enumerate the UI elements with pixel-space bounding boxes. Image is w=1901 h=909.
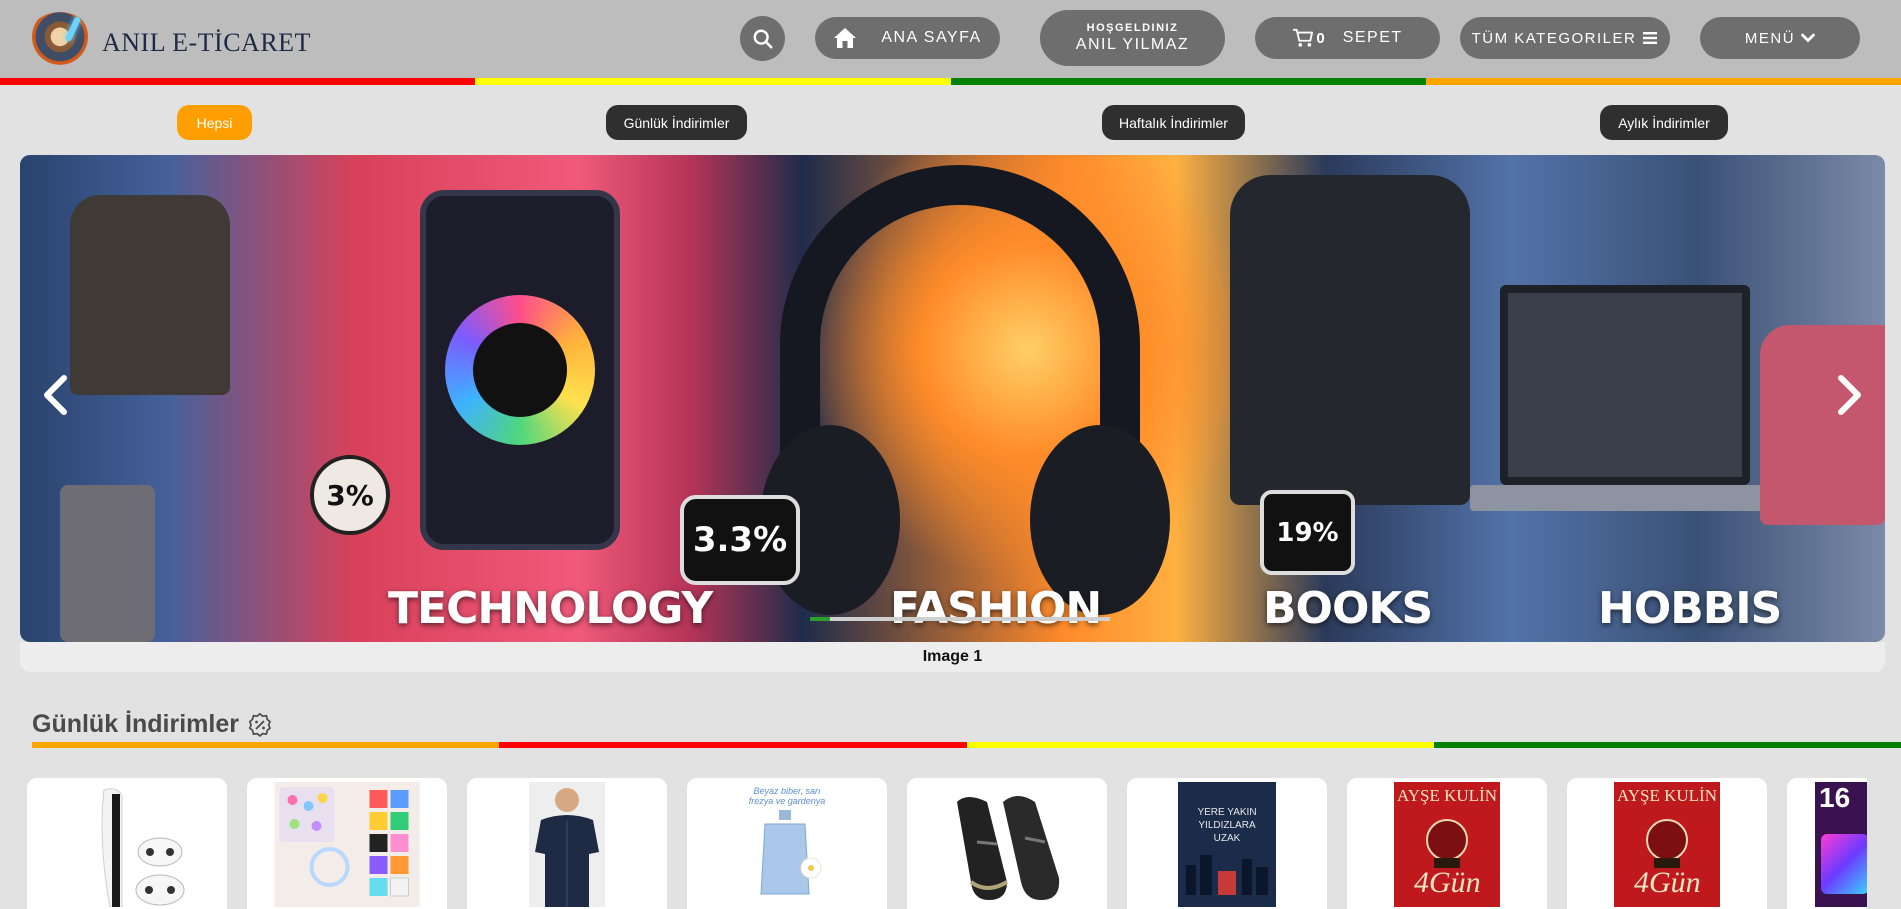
header-color-stripe: [0, 78, 1901, 85]
menu-label: MENÜ: [1744, 29, 1796, 47]
banner-discount-badge: 3.3%: [680, 495, 800, 585]
tab-daily-deals[interactable]: Günlük İndirimler: [606, 105, 747, 140]
product-image-bead-kit: [274, 782, 420, 907]
stripe-orange: [1425, 78, 1901, 85]
book-author: AYŞE KULİN: [1397, 786, 1497, 805]
slider-caption: Image 1: [20, 642, 1885, 672]
banner-label-technology: TECHNOLOGY: [388, 583, 713, 634]
led-remote-image: [1821, 834, 1867, 894]
product-image-book: AYŞE KULİN 4Gün: [1394, 782, 1500, 907]
product-card[interactable]: AYŞE KULİN 4Gün: [1347, 778, 1547, 909]
stripe-orange: [32, 742, 500, 748]
tab-all[interactable]: Hepsi: [177, 105, 252, 140]
snowglobe-icon: 4Gün: [1414, 819, 1481, 899]
user-name: ANIL YILMAZ: [1075, 36, 1190, 53]
product-image-book: YERE YAKIN YILDIZLARA UZAK: [1178, 782, 1276, 907]
product-card[interactable]: [247, 778, 447, 909]
banner-jeans: [60, 485, 155, 642]
home-button[interactable]: ANA SAYFA: [815, 17, 1000, 59]
product-card[interactable]: [467, 778, 667, 909]
banner-tshirt: [70, 195, 230, 395]
all-categories-button[interactable]: TÜM KATEGORILER: [1460, 17, 1670, 59]
product-card[interactable]: [907, 778, 1107, 909]
slider-progress-bar: [810, 617, 1110, 621]
stripe-green: [950, 78, 1426, 85]
book-author: AYŞE KULİN: [1617, 786, 1717, 805]
product-image-book: AYŞE KULİN 4Gün: [1614, 782, 1720, 907]
logo-image: [26, 12, 94, 74]
hero-slider: 3% 3.3% 19% TECHNOLOGY FASHION BOOKS HOB…: [20, 155, 1885, 642]
stripe-red: [0, 78, 476, 85]
banner-jacket: [1230, 175, 1470, 505]
slider-caption-text: Image 1: [922, 648, 983, 665]
section-title-text: Günlük İndirimler: [32, 710, 239, 738]
product-image-text: Beyaz biber, sarı frezya ve gardenya: [748, 786, 826, 806]
hamburger-icon: [1643, 32, 1658, 44]
slider-prev-button[interactable]: [25, 365, 85, 425]
site-header: ANIL E-TİCARET ANA SAYFA HOŞGELDINIZ ANI…: [0, 0, 1901, 78]
product-card[interactable]: YERE YAKIN YILDIZLARA UZAK: [1127, 778, 1327, 909]
tab-monthly-deals[interactable]: Aylık İndirimler: [1600, 105, 1728, 140]
menu-button[interactable]: MENÜ: [1700, 17, 1860, 59]
stripe-yellow: [966, 742, 1434, 748]
chevron-right-icon: [1838, 375, 1861, 415]
product-image-shoes: [957, 796, 1060, 900]
welcome-text: HOŞGELDINIZ: [1086, 22, 1179, 34]
home-icon: [834, 28, 857, 48]
user-welcome-button[interactable]: HOŞGELDINIZ ANIL YILMAZ: [1040, 10, 1225, 66]
search-button[interactable]: [740, 16, 785, 61]
snowglobe-icon: 4Gün: [1634, 819, 1701, 899]
product-card[interactable]: Beyaz biber, sarı frezya ve gardenya: [687, 778, 887, 909]
cart-button[interactable]: 0 SEPET: [1255, 17, 1440, 59]
perfume-bottle-icon: [760, 810, 822, 895]
product-card[interactable]: [27, 778, 227, 909]
discount-badge-icon: [248, 712, 271, 737]
product-image-shirt: [529, 782, 605, 907]
banner-laptop: [1500, 285, 1750, 485]
book-title: YERE YAKIN YILDIZLARA UZAK: [1197, 807, 1257, 844]
banner-laptop-base: [1470, 485, 1780, 511]
section-title-daily-deals: Günlük İndirimler: [32, 710, 273, 739]
home-label: ANA SAYFA: [881, 29, 982, 46]
city-skyline-icon: [1186, 855, 1268, 895]
slider-progress-fill: [810, 617, 830, 621]
categories-label: TÜM KATEGORILER: [1471, 29, 1637, 47]
cart-icon: [1293, 28, 1314, 47]
product-image-game-console: [101, 788, 185, 907]
product-carousel: Beyaz biber, sarı frezya ve gardenya YER…: [27, 778, 1867, 909]
banner-color-wheel: [445, 295, 595, 445]
site-logo[interactable]: ANIL E-TİCARET: [26, 12, 311, 74]
banner-discount-badge: 19%: [1260, 490, 1355, 575]
section-color-stripe: [32, 742, 1901, 748]
product-image-led-strip: 16: [1815, 782, 1867, 907]
cart-label: SEPET: [1342, 29, 1403, 46]
stripe-green: [1433, 742, 1901, 748]
product-card[interactable]: AYŞE KULİN 4Gün: [1567, 778, 1767, 909]
product-card[interactable]: 16: [1787, 778, 1867, 909]
product-image-perfume: Beyaz biber, sarı frezya ve gardenya: [747, 782, 827, 907]
tab-weekly-deals[interactable]: Haftalık İndirimler: [1102, 105, 1245, 140]
search-icon: [753, 29, 773, 49]
stripe-red: [499, 742, 967, 748]
led-strip-count: 16: [1819, 782, 1851, 813]
chevron-left-icon: [44, 375, 67, 415]
stripe-yellow: [475, 78, 951, 85]
chevron-down-icon: [1801, 33, 1815, 43]
svg-text:4Gün: 4Gün: [1414, 866, 1481, 896]
logo-text: ANIL E-TİCARET: [102, 28, 311, 57]
slider-next-button[interactable]: [1820, 365, 1880, 425]
svg-text:4Gün: 4Gün: [1634, 866, 1701, 896]
banner-label-hobbies: HOBBIS: [1598, 583, 1782, 634]
banner-image: 3% 3.3% 19% TECHNOLOGY FASHION BOOKS HOB…: [20, 155, 1885, 642]
banner-label-fashion: FASHION: [890, 583, 1102, 634]
banner-pink-tshirt: [1760, 325, 1885, 525]
cart-count: 0: [1316, 29, 1325, 47]
banner-discount-badge: 3%: [310, 455, 390, 535]
banner-label-books: BOOKS: [1263, 583, 1433, 634]
